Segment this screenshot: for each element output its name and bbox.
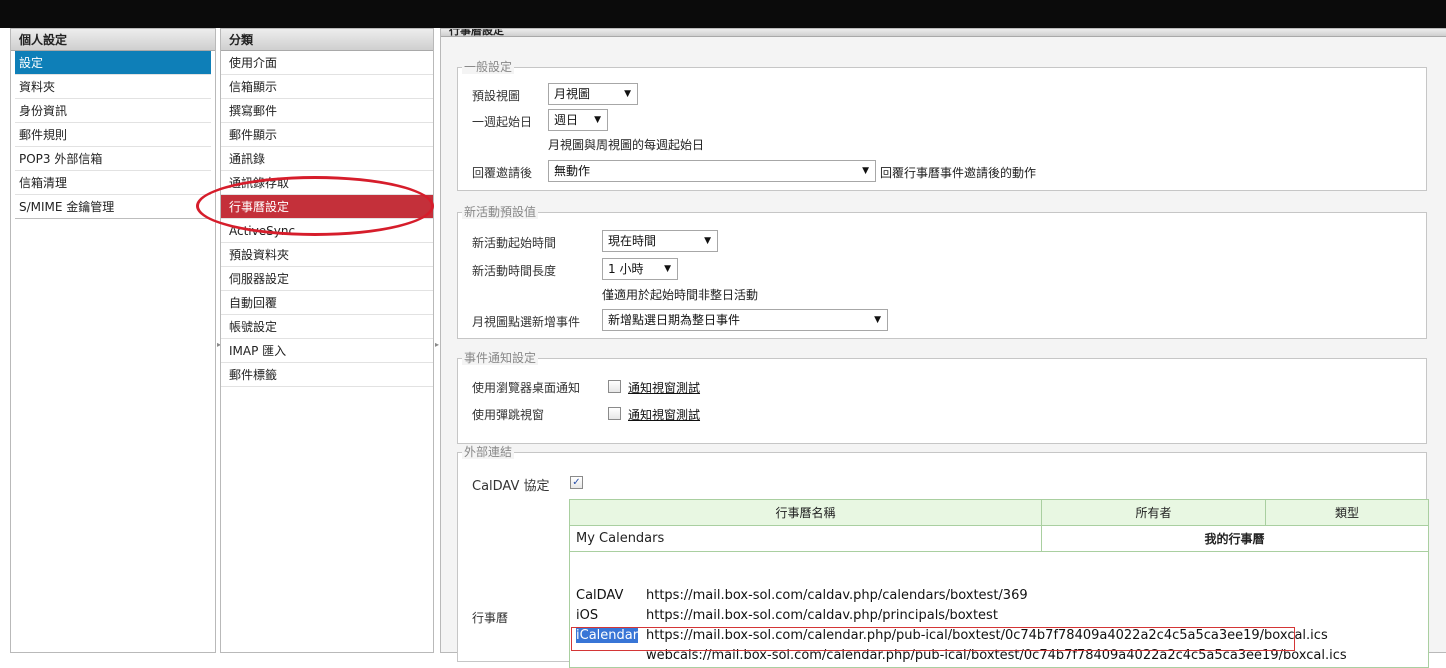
category-item[interactable]: 帳號設定 bbox=[221, 315, 433, 339]
popup-notify-test-link[interactable]: 通知視窗測試 bbox=[628, 406, 700, 423]
category-item[interactable]: 使用介面 bbox=[221, 51, 433, 75]
external-links-section: 外部連結 CalDAV 協定 ✓ 行事曆 行事曆名稱 所有者 類型 My Cal… bbox=[457, 445, 1429, 668]
category-header: 分類 bbox=[221, 29, 433, 51]
notify-section: 事件通知設定 使用瀏覽器桌面通知 通知視窗測試 使用彈跳視窗 通知視窗測試 bbox=[457, 351, 1427, 444]
new-event-legend: 新活動預設值 bbox=[462, 205, 539, 219]
category-panel: 分類 使用介面 信箱顯示 撰寫郵件 郵件顯示 通訊錄 通訊錄存取 行事曆設定 A… bbox=[220, 28, 434, 653]
category-item[interactable]: 自動回覆 bbox=[221, 291, 433, 315]
notify-legend: 事件通知設定 bbox=[462, 351, 539, 365]
month-click-select[interactable]: 新增點選日期為整日事件 ▼ bbox=[602, 309, 888, 331]
category-item[interactable]: 郵件標籤 bbox=[221, 363, 433, 387]
category-item[interactable]: 撰寫郵件 bbox=[221, 99, 433, 123]
external-legend: 外部連結 bbox=[462, 445, 515, 459]
settings-item-filters[interactable]: 郵件規則 bbox=[15, 123, 211, 147]
list-item: CalDAV https://mail.box-sol.com/caldav.ph… bbox=[576, 586, 1426, 606]
browser-notify-label: 使用瀏覽器桌面通知 bbox=[472, 381, 581, 395]
table-header-name: 行事曆名稱 bbox=[569, 499, 1042, 526]
browser-notify-test-link[interactable]: 通知視窗測試 bbox=[628, 379, 700, 396]
chevron-down-icon: ▼ bbox=[704, 236, 711, 246]
popup-notify-label: 使用彈跳視窗 bbox=[472, 408, 545, 422]
category-item[interactable]: 預設資料夾 bbox=[221, 243, 433, 267]
category-item[interactable]: 信箱顯示 bbox=[221, 75, 433, 99]
calendar-settings-panel: 行事曆設定 一般設定 預設視圖 月視圖 ▼ 一週起始日 週日 ▼ 月視圖與周視圖的每… bbox=[440, 28, 1446, 668]
top-bar bbox=[0, 0, 1446, 28]
annotation-ellipse bbox=[196, 176, 434, 236]
settings-item-general[interactable]: 設定 bbox=[15, 51, 211, 75]
event-duration-label: 新活動時間長度 bbox=[472, 264, 557, 278]
calendar-url-list: CalDAV https://mail.box-sol.com/caldav.ph… bbox=[576, 586, 1426, 666]
category-item[interactable]: 通訊錄 bbox=[221, 147, 433, 171]
chevron-down-icon: ▼ bbox=[862, 166, 869, 176]
general-legend: 一般設定 bbox=[462, 60, 515, 74]
new-event-section: 新活動預設值 新活動起始時間 現在時間 ▼ 新活動時間長度 1 小時 ▼ 僅適用於起… bbox=[457, 205, 1427, 339]
reply-hint: 回覆行事曆事件邀請後的動作 bbox=[880, 166, 1037, 180]
default-view-select[interactable]: 月視圖 ▼ bbox=[548, 83, 638, 105]
reply-label: 回覆邀請後 bbox=[472, 166, 533, 180]
reply-select[interactable]: 無動作 ▼ bbox=[548, 160, 876, 182]
browser-notify-checkbox[interactable] bbox=[608, 380, 621, 393]
settings-item-folders[interactable]: 資料夾 bbox=[15, 75, 211, 99]
calendar-name-cell: My Calendars bbox=[569, 525, 1042, 552]
category-item[interactable]: 伺服器設定 bbox=[221, 267, 433, 291]
settings-panel: 個人設定 設定 資料夾 身份資訊 郵件規則 POP3 外部信箱 信箱清理 S/M… bbox=[10, 28, 216, 653]
caldav-checkbox[interactable]: ✓ bbox=[570, 476, 583, 489]
week-start-label: 一週起始日 bbox=[472, 115, 533, 129]
event-start-label: 新活動起始時間 bbox=[472, 236, 557, 250]
week-start-select[interactable]: 週日 ▼ bbox=[548, 109, 608, 131]
table-header-owner: 所有者 bbox=[1041, 499, 1266, 526]
event-duration-select[interactable]: 1 小時 ▼ bbox=[602, 258, 678, 280]
category-item[interactable]: 郵件顯示 bbox=[221, 123, 433, 147]
calendar-type-cell: 我的行事曆 bbox=[1041, 525, 1429, 552]
settings-header: 個人設定 bbox=[11, 29, 215, 51]
popup-notify-checkbox[interactable] bbox=[608, 407, 621, 420]
chevron-down-icon: ▼ bbox=[624, 89, 631, 99]
caldav-label: CalDAV 協定 bbox=[472, 479, 550, 494]
calendar-settings-header: 行事曆設定 bbox=[441, 29, 1446, 37]
splitter-handle[interactable]: ▸ bbox=[435, 340, 439, 349]
settings-item-cleanup[interactable]: 信箱清理 bbox=[15, 171, 211, 195]
week-start-hint: 月視圖與周視圖的每週起始日 bbox=[548, 138, 705, 152]
table-header-type: 類型 bbox=[1265, 499, 1429, 526]
link-key: CalDAV bbox=[576, 588, 624, 603]
settings-item-smime[interactable]: S/MIME 金鑰管理 bbox=[15, 195, 211, 219]
calendar-label: 行事曆 bbox=[472, 611, 509, 625]
annotation-box bbox=[571, 627, 1295, 651]
link-key: iOS bbox=[576, 608, 599, 623]
general-settings-section: 一般設定 預設視圖 月視圖 ▼ 一週起始日 週日 ▼ 月視圖與周視圖的每週起始日 回… bbox=[457, 60, 1427, 191]
settings-item-pop3[interactable]: POP3 外部信箱 bbox=[15, 147, 211, 171]
chevron-down-icon: ▼ bbox=[594, 115, 601, 125]
event-duration-hint: 僅適用於起始時間非整日活動 bbox=[602, 288, 759, 302]
chevron-down-icon: ▼ bbox=[874, 315, 881, 325]
chevron-down-icon: ▼ bbox=[664, 264, 671, 274]
month-click-label: 月視圖點選新增事件 bbox=[472, 315, 581, 329]
event-start-select[interactable]: 現在時間 ▼ bbox=[602, 230, 718, 252]
ios-url[interactable]: https://mail.box-sol.com/caldav.php/prin… bbox=[646, 608, 998, 623]
list-item: iOS https://mail.box-sol.com/caldav.php/p… bbox=[576, 606, 1426, 626]
caldav-url[interactable]: https://mail.box-sol.com/caldav.php/cale… bbox=[646, 588, 1028, 603]
default-view-label: 預設視圖 bbox=[472, 89, 521, 103]
settings-item-identities[interactable]: 身份資訊 bbox=[15, 99, 211, 123]
category-item[interactable]: IMAP 匯入 bbox=[221, 339, 433, 363]
